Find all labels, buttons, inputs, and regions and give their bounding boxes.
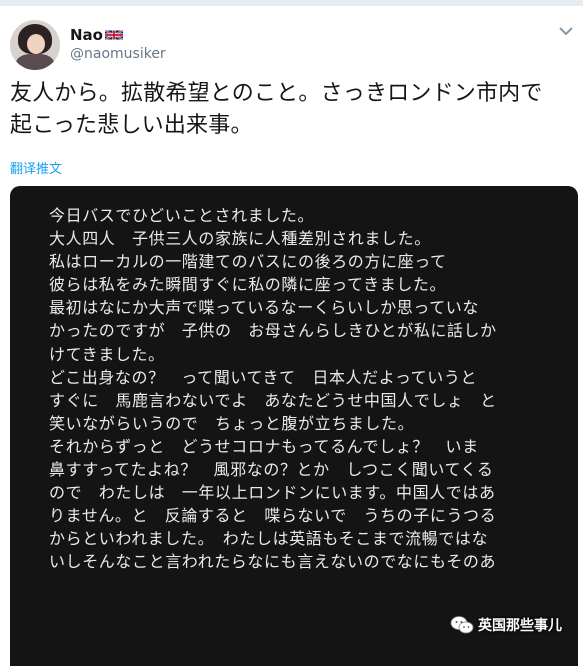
image-text-line: 笑いながらいうので ちょっと腹が立ちました。 [49,413,415,433]
image-text-line: ので わたしは 一年以上ロンドンにいます。中国人ではあ [49,483,496,503]
top-divider [0,0,583,6]
avatar-face [27,34,45,54]
image-text-line: 彼らは私をみた瞬間すぐに私の隣に座ってきました。 [49,275,447,295]
image-text-line: 私はローカルの一階建てのバスにの後ろの方に座って [49,252,447,272]
avatar[interactable] [10,20,60,70]
uk-flag-icon [104,29,123,41]
image-text-line: 最初はなにか大声で喋っているなーくらいしか思っていな [49,298,480,318]
tweet-image[interactable]: 今日バスでひどいことされました。 大人四人 子供三人の家族に人種差別されました。… [10,186,578,666]
translate-tweet-link[interactable]: 翻译推文 [10,158,62,177]
wechat-icon [450,616,474,634]
chevron-down-icon[interactable] [559,26,573,36]
display-name[interactable]: Nao [70,26,103,44]
tweet-text: 友人から。拡散希望とのこと。さっきロンドン市内で 起こった悲しい出来事。 [10,81,543,138]
image-text-line: かったのですが 子供の お母さんらしきひとが私に話しか [49,321,497,341]
image-text-line: 大人四人 子供三人の家族に人種差別されました。 [49,229,431,249]
image-text-line: 鼻すすってたよね？ 風邪なの？とか しつこく聞いてくる [49,460,494,480]
image-text-line: どこ出身なの？ って聞いてきて 日本人だよっていうと [49,367,478,387]
watermark: 英国那些事儿 [450,612,562,638]
avatar-body [16,54,54,70]
image-text-line: 今日バスでひどいことされました。 [49,206,315,225]
image-text-line: それからずっと どうせコロナもってるんでしょ？ いま [49,436,479,456]
image-text-line: いしそんなこと言われたらなにも言えないのでなにもそのあ [49,552,497,572]
watermark-text: 英国那些事儿 [478,618,562,634]
author-name-row[interactable]: Nao [70,25,123,45]
image-text-line: すぐに 馬鹿言わないでよ あなたどうせ中国人でしょ と [49,390,497,410]
image-text-block: 今日バスでひどいことされました。 大人四人 子供三人の家族に人種差別されました。… [49,204,569,574]
image-text-line: からといわれました。 わたしは英語もそこまで流暢ではな [49,529,489,549]
username-handle[interactable]: @naomusiker [70,46,166,62]
image-text-line: りません。と 反論すると 喋らないで うちの子にうつる [49,506,497,526]
image-text-line: けてきました。 [49,344,165,364]
